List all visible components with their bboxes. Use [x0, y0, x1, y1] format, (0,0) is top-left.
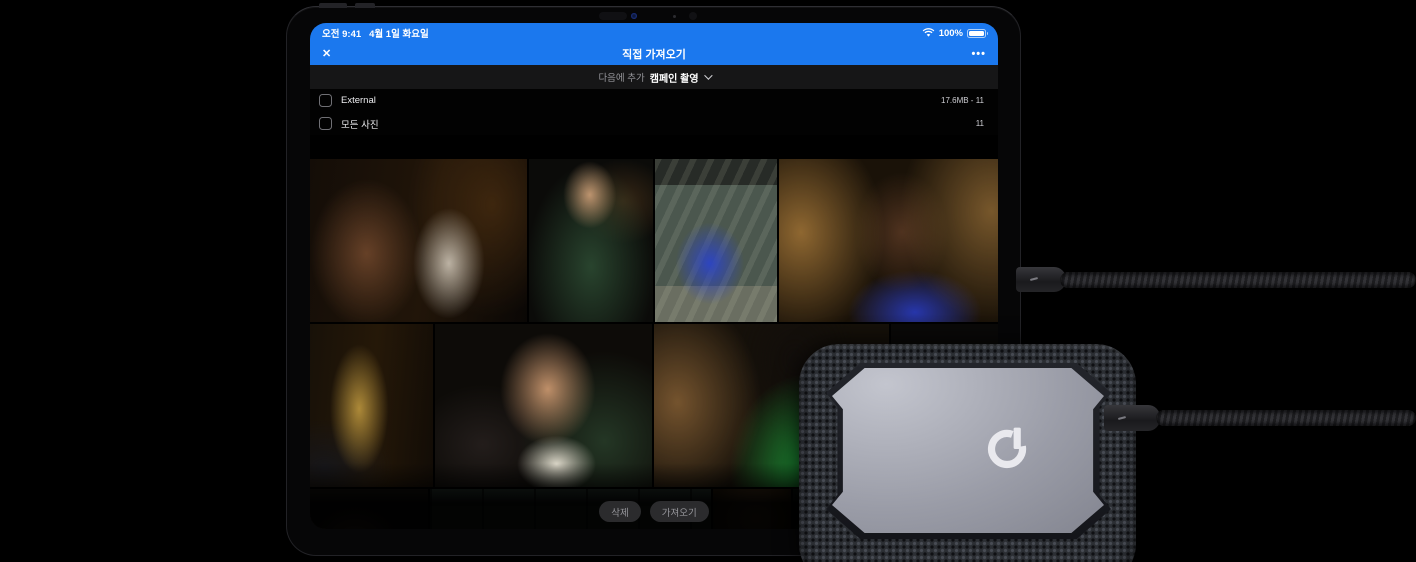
scene: 오전 9:41 4월 1일 화요일 100% ✕ 직접 가져오기 ••• 다음에…: [0, 0, 1416, 562]
status-bar: 오전 9:41 4월 1일 화요일 100%: [310, 23, 998, 43]
volume-up-button: [319, 3, 347, 8]
braided-cable-top: [1060, 272, 1416, 288]
source-label: External: [341, 95, 376, 106]
external-ssd-drive: [799, 344, 1136, 562]
sensor-ring: [689, 12, 697, 20]
delete-button[interactable]: 삭제: [599, 501, 641, 522]
close-button[interactable]: ✕: [322, 48, 331, 60]
source-meta: 17.6MB - 11: [941, 96, 984, 105]
photo-green-leather-coat[interactable]: [529, 159, 653, 322]
import-button[interactable]: 가져오기: [649, 501, 709, 522]
status-time: 오전 9:41: [322, 29, 362, 40]
front-camera-icon: [631, 13, 637, 19]
battery-percent: 100%: [938, 27, 963, 39]
chevron-down-icon: [703, 71, 713, 80]
source-row-all-photos: 모든 사진 11: [310, 112, 998, 135]
photo-portrait-pair-dark[interactable]: [310, 159, 528, 322]
status-date: 4월 1일 화요일: [369, 29, 429, 40]
source-meta: 11: [975, 119, 984, 128]
usb-c-connector-ipad: [1016, 267, 1066, 292]
more-button[interactable]: •••: [971, 48, 986, 60]
front-camera-pill: [599, 12, 627, 20]
import-toolbar: ✕ 직접 가져오기 •••: [310, 43, 998, 65]
album-prefix-label: 다음에 추가: [598, 73, 645, 84]
cable-logo-mark: [1117, 415, 1127, 420]
battery-icon: [967, 28, 988, 38]
external-checkbox[interactable]: [319, 94, 332, 107]
photo-yellow-jacket-standing[interactable]: [310, 324, 434, 487]
sensor-dot: [673, 15, 676, 18]
album-name: 캠페인 촬영: [649, 73, 699, 85]
source-row-external: External 17.6MB - 11: [310, 89, 998, 112]
g-technology-logo-icon: [987, 427, 1027, 469]
all-photos-checkbox[interactable]: [319, 117, 332, 130]
usb-c-connector-drive: [1104, 405, 1160, 431]
source-label: 모든 사진: [341, 119, 379, 131]
volume-down-button: [355, 3, 375, 8]
drive-metal-plate: [832, 368, 1104, 533]
cable-logo-mark: [1029, 277, 1039, 282]
braided-cable-bottom: [1156, 410, 1416, 426]
photo-blue-hoodie-building[interactable]: [654, 159, 777, 322]
photo-face-closeup-rocks[interactable]: [778, 159, 998, 322]
page-title: 직접 가져오기: [622, 49, 686, 61]
album-selector[interactable]: 다음에 추가 캠페인 촬영: [310, 65, 998, 89]
wifi-icon: [922, 28, 935, 37]
photo-curly-hair-turtleneck[interactable]: [435, 324, 652, 487]
